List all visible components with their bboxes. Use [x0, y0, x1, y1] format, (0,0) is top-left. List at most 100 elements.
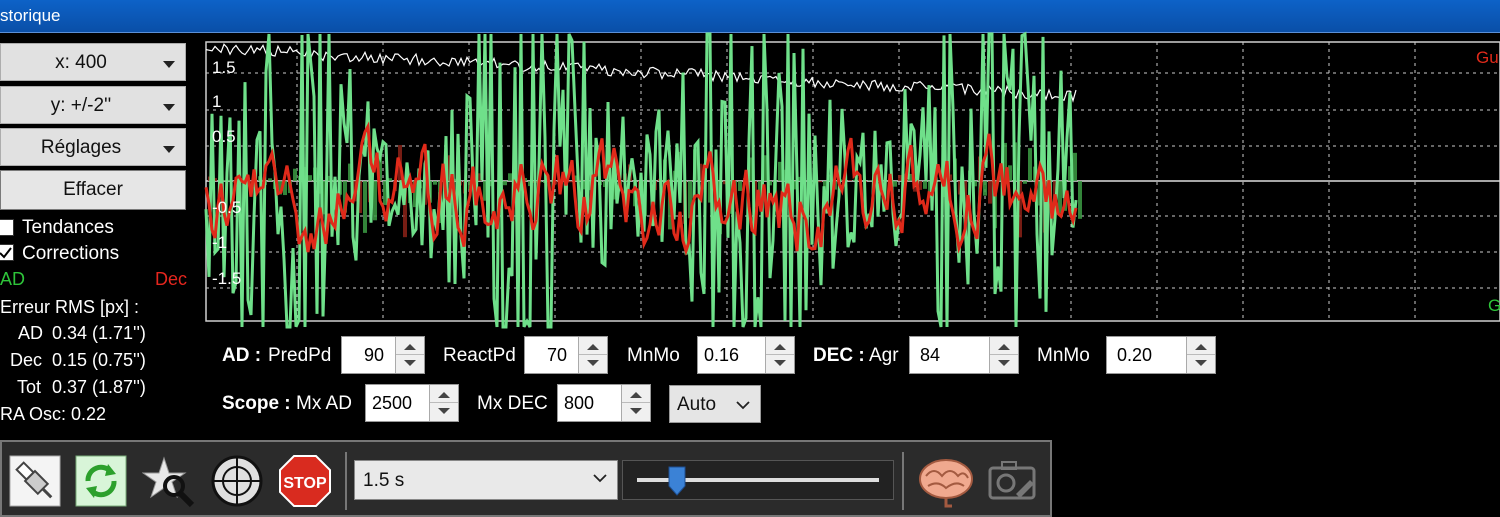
chevron-down-icon: [593, 474, 607, 483]
mxad-label: Mx AD: [296, 393, 352, 414]
correction-bar: [988, 181, 992, 204]
reactpd-spinner[interactable]: 70: [524, 336, 608, 374]
mnmo-dec-label: MnMo: [1037, 345, 1090, 366]
correction-bar: [268, 178, 272, 181]
mnmo-dec-spinner[interactable]: 0.20: [1106, 336, 1216, 374]
y-tick-label: -0.5: [212, 198, 241, 217]
graph-label-bottom-right: G: [1488, 296, 1500, 315]
correction-bar: [503, 181, 507, 186]
graph-label-top-right: Gu: [1476, 48, 1499, 67]
correction-bar: [983, 181, 987, 196]
scope-mode-select[interactable]: Auto: [669, 385, 761, 423]
correction-bar: [1028, 148, 1032, 181]
mnmo-dec-value: 0.20: [1117, 345, 1153, 365]
arrow-up-icon: [774, 344, 786, 350]
mnmo-ad-value: 0.16: [704, 345, 740, 365]
arrow-down-icon: [774, 360, 786, 366]
dec-section-label: DEC :: [813, 345, 865, 366]
camera-settings-icon[interactable]: [986, 454, 1040, 508]
spinner-buttons[interactable]: [765, 337, 794, 373]
rms-tot-value: 0.37 (1.87''): [52, 377, 146, 397]
chevron-down-icon: [163, 61, 175, 68]
corrections-label: Corrections: [22, 243, 120, 264]
correction-bar: [893, 181, 897, 187]
mnmo-ad-spinner[interactable]: 0.16: [697, 336, 795, 374]
correction-bar: [1023, 181, 1027, 184]
exposure-select[interactable]: 1.5 s: [354, 460, 618, 500]
chevron-down-icon: [736, 401, 750, 410]
trends-label: Tendances: [22, 217, 114, 238]
correction-bar: [508, 173, 512, 181]
spinner-buttons[interactable]: [621, 385, 650, 421]
correction-bar: [363, 181, 367, 233]
brain-icon[interactable]: [916, 454, 976, 508]
x-scale-dropdown[interactable]: x: 400: [0, 43, 186, 81]
arrow-up-icon: [438, 392, 450, 398]
arrow-down-icon: [587, 360, 599, 366]
arrow-up-icon: [998, 344, 1010, 350]
rms-dec-value: 0.15 (0.75''): [52, 350, 146, 370]
rms-title: Erreur RMS [px] :: [0, 297, 140, 317]
correction-bar: [923, 181, 927, 189]
agr-label: Agr: [869, 345, 899, 366]
spinner-buttons[interactable]: [578, 337, 607, 373]
mxad-spinner[interactable]: 2500: [365, 384, 459, 422]
spinner-buttons[interactable]: [429, 385, 458, 421]
correction-bar: [308, 175, 312, 181]
arrow-down-icon: [998, 360, 1010, 366]
rms-tot-label: Tot: [17, 377, 42, 397]
mxdec-value: 800: [564, 393, 595, 413]
arrow-down-icon: [438, 408, 450, 414]
y-tick-label: 1: [212, 92, 221, 111]
ad-section-label: AD :: [222, 345, 262, 366]
y-scale-dropdown[interactable]: y: +/-2'': [0, 86, 186, 124]
trends-checkbox[interactable]: [0, 219, 14, 236]
toolbar-separator: [345, 452, 347, 510]
y-scale-label: y: +/-2'': [50, 95, 112, 116]
arrow-up-icon: [404, 344, 416, 350]
y-tick-label: 1.5: [212, 58, 236, 77]
arrow-down-icon: [630, 408, 642, 414]
rms-dec-label: Dec: [10, 350, 43, 370]
dec-legend: Dec: [155, 269, 188, 289]
arrow-up-icon: [630, 392, 642, 398]
correction-bar: [848, 180, 852, 181]
spinner-buttons[interactable]: [395, 337, 424, 373]
predpd-value: 90: [364, 345, 385, 365]
y-tick-label: 0.5: [212, 127, 236, 146]
mnmo-ad-label: MnMo: [627, 345, 680, 366]
usb-plug-icon[interactable]: [8, 454, 62, 508]
ra-osc: RA Osc: 0.22: [0, 404, 107, 424]
spinner-buttons[interactable]: [1186, 337, 1215, 373]
correction-bar: [293, 168, 297, 181]
loop-icon[interactable]: [74, 454, 128, 508]
arrow-down-icon: [1195, 360, 1207, 366]
spinner-buttons[interactable]: [989, 337, 1018, 373]
scope-mode-value: Auto: [677, 394, 717, 415]
ra-legend: AD: [0, 269, 26, 289]
correction-bar: [433, 181, 437, 185]
star-search-icon[interactable]: [141, 454, 196, 508]
svg-text:STOP: STOP: [283, 475, 327, 492]
clear-button[interactable]: Effacer: [0, 170, 186, 210]
x-scale-label: x: 400: [55, 52, 107, 73]
correction-bar: [818, 181, 822, 183]
mxdec-label: Mx DEC: [477, 393, 548, 414]
correction-bar: [868, 180, 872, 181]
checkmark-icon: [0, 247, 12, 259]
mxdec-spinner[interactable]: 800: [557, 384, 651, 422]
stop-icon[interactable]: STOP: [278, 454, 332, 508]
settings-dropdown[interactable]: Réglages: [0, 128, 186, 166]
gamma-slider[interactable]: [622, 460, 894, 500]
y-tick-label: -1: [212, 233, 227, 252]
mxad-value: 2500: [372, 393, 413, 413]
correction-bar: [1073, 152, 1077, 181]
corrections-checkbox[interactable]: [0, 244, 14, 261]
agr-spinner[interactable]: 84: [909, 336, 1019, 374]
arrow-up-icon: [587, 344, 599, 350]
y-tick-label: -1.5: [212, 269, 241, 288]
slider-thumb[interactable]: [668, 466, 686, 496]
predpd-spinner[interactable]: 90: [341, 336, 425, 374]
reactpd-label: ReactPd: [443, 345, 516, 366]
crosshair-icon[interactable]: [210, 454, 264, 508]
